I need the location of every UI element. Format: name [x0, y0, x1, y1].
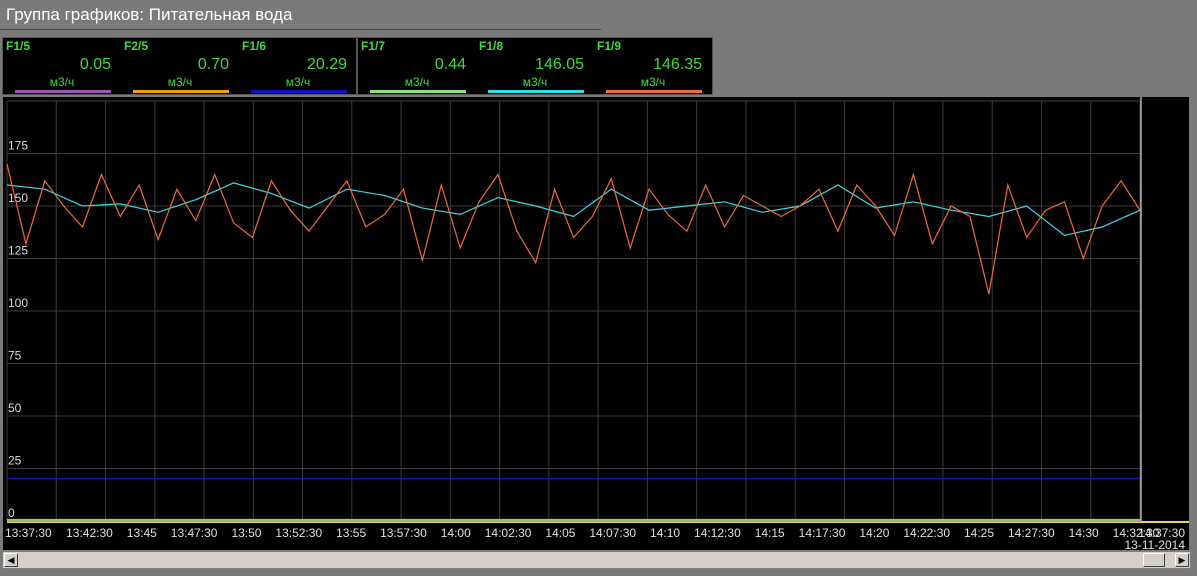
x-tick-label: 14:02:30: [485, 526, 532, 540]
tag-name: F2/5: [124, 39, 149, 53]
tag-unit: м3/ч: [404, 75, 430, 89]
tag-name: F1/5: [6, 39, 31, 53]
x-tick-label: 14:10: [650, 526, 680, 540]
legend-tag[interactable]: F2/5 0.70 м3/ч: [121, 38, 239, 96]
x-tick-label: 13:42:30: [66, 526, 113, 540]
window-title-bar: Группа графиков: Питательная вода: [0, 0, 601, 30]
legend-tag[interactable]: F1/5 0.05 м3/ч: [3, 38, 121, 96]
scroll-left-arrow-icon[interactable]: ◀: [4, 553, 18, 567]
x-tick-label: 14:17:30: [799, 526, 846, 540]
x-tick-label: 14:20: [859, 526, 889, 540]
tag-color-swatch: [606, 90, 702, 93]
legend-tag[interactable]: F1/8 146.05 м3/ч: [476, 38, 594, 96]
tag-color-swatch: [251, 90, 347, 93]
tag-unit: м3/ч: [522, 75, 548, 89]
tag-name: F1/7: [361, 39, 386, 53]
x-tick-label: 14:07:30: [589, 526, 636, 540]
tag-value: 20.29: [306, 56, 347, 73]
x-tick-label: 14:15: [755, 526, 785, 540]
x-tick-label: 14:22:30: [903, 526, 950, 540]
x-tick-label: 14:25: [964, 526, 994, 540]
trend-chart-svg[interactable]: 0 25 50 75 100 125 150 175 200 13:37:30 13:42:30 13…: [3, 86, 1189, 552]
scroll-thumb[interactable]: [1143, 553, 1165, 567]
x-tick-label: 13:52:30: [275, 526, 322, 540]
legend-panel-right: F1/7 0.44 м3/ч F1/8 146.05 м3/ч F1/9 146.35 м3/ч: [357, 37, 713, 95]
tag-name: F1/6: [242, 39, 267, 53]
tag-name: F1/8: [479, 39, 504, 53]
y-tick-label: 175: [8, 139, 28, 153]
x-tick-label: 13:45: [127, 526, 157, 540]
y-tick-label: 25: [8, 454, 22, 468]
tag-name: F1/9: [597, 39, 622, 53]
legend-tag[interactable]: F1/7 0.44 м3/ч: [358, 38, 476, 96]
time-scrollbar[interactable]: ◀ ▶: [2, 551, 1191, 569]
tag-unit: м3/ч: [49, 75, 75, 89]
y-tick-label: 100: [8, 296, 28, 310]
tag-value: 0.05: [79, 56, 111, 73]
x-tick-label: 14:27:30: [1008, 526, 1055, 540]
tag-value: 146.35: [653, 56, 702, 73]
y-tick-label: 150: [8, 191, 28, 205]
y-tick-label: 50: [8, 401, 22, 415]
tag-color-swatch: [488, 90, 584, 93]
tag-value: 146.05: [535, 56, 584, 73]
y-tick-label: 200: [8, 97, 28, 100]
legend-tag[interactable]: F1/9 146.35 м3/ч: [594, 38, 712, 96]
x-tick-label: 13:55: [336, 526, 366, 540]
x-tick-label: 14:05: [545, 526, 575, 540]
x-tick-label: 13:57:30: [380, 526, 427, 540]
tag-color-swatch: [370, 90, 466, 93]
x-tick-label: 13:37:30: [5, 526, 52, 540]
tag-value: 0.70: [197, 56, 229, 73]
y-tick-label: 75: [8, 349, 22, 363]
tag-unit: м3/ч: [640, 75, 666, 89]
scroll-right-arrow-icon[interactable]: ▶: [1175, 553, 1189, 567]
x-tick-label: 14:12:30: [694, 526, 741, 540]
legend-tag[interactable]: F1/6 20.29 м3/ч: [239, 38, 357, 96]
x-tick-label: 13:47:30: [171, 526, 218, 540]
x-tick-label: 14:30: [1069, 526, 1099, 540]
tag-color-swatch: [133, 90, 229, 93]
tag-unit: м3/ч: [167, 75, 193, 89]
tag-color-swatch: [15, 90, 111, 93]
y-tick-label: 125: [8, 244, 28, 258]
trend-chart[interactable]: 0 25 50 75 100 125 150 175 200 13:37:30 13:42:30 13…: [3, 86, 1189, 552]
tag-unit: м3/ч: [285, 75, 311, 89]
window-title: Группа графиков: Питательная вода: [6, 5, 293, 24]
x-tick-label: 13:50: [231, 526, 261, 540]
tag-value: 0.44: [434, 56, 466, 73]
y-tick-label: 0: [8, 506, 15, 520]
x-tick-label: 14:00: [441, 526, 471, 540]
date-label: 13-11-2014: [1125, 538, 1186, 550]
legend-panel-left: F1/5 0.05 м3/ч F2/5 0.70 м3/ч F1/6 20.29 м3/ч: [2, 37, 357, 95]
series-line: [6, 163, 1141, 295]
